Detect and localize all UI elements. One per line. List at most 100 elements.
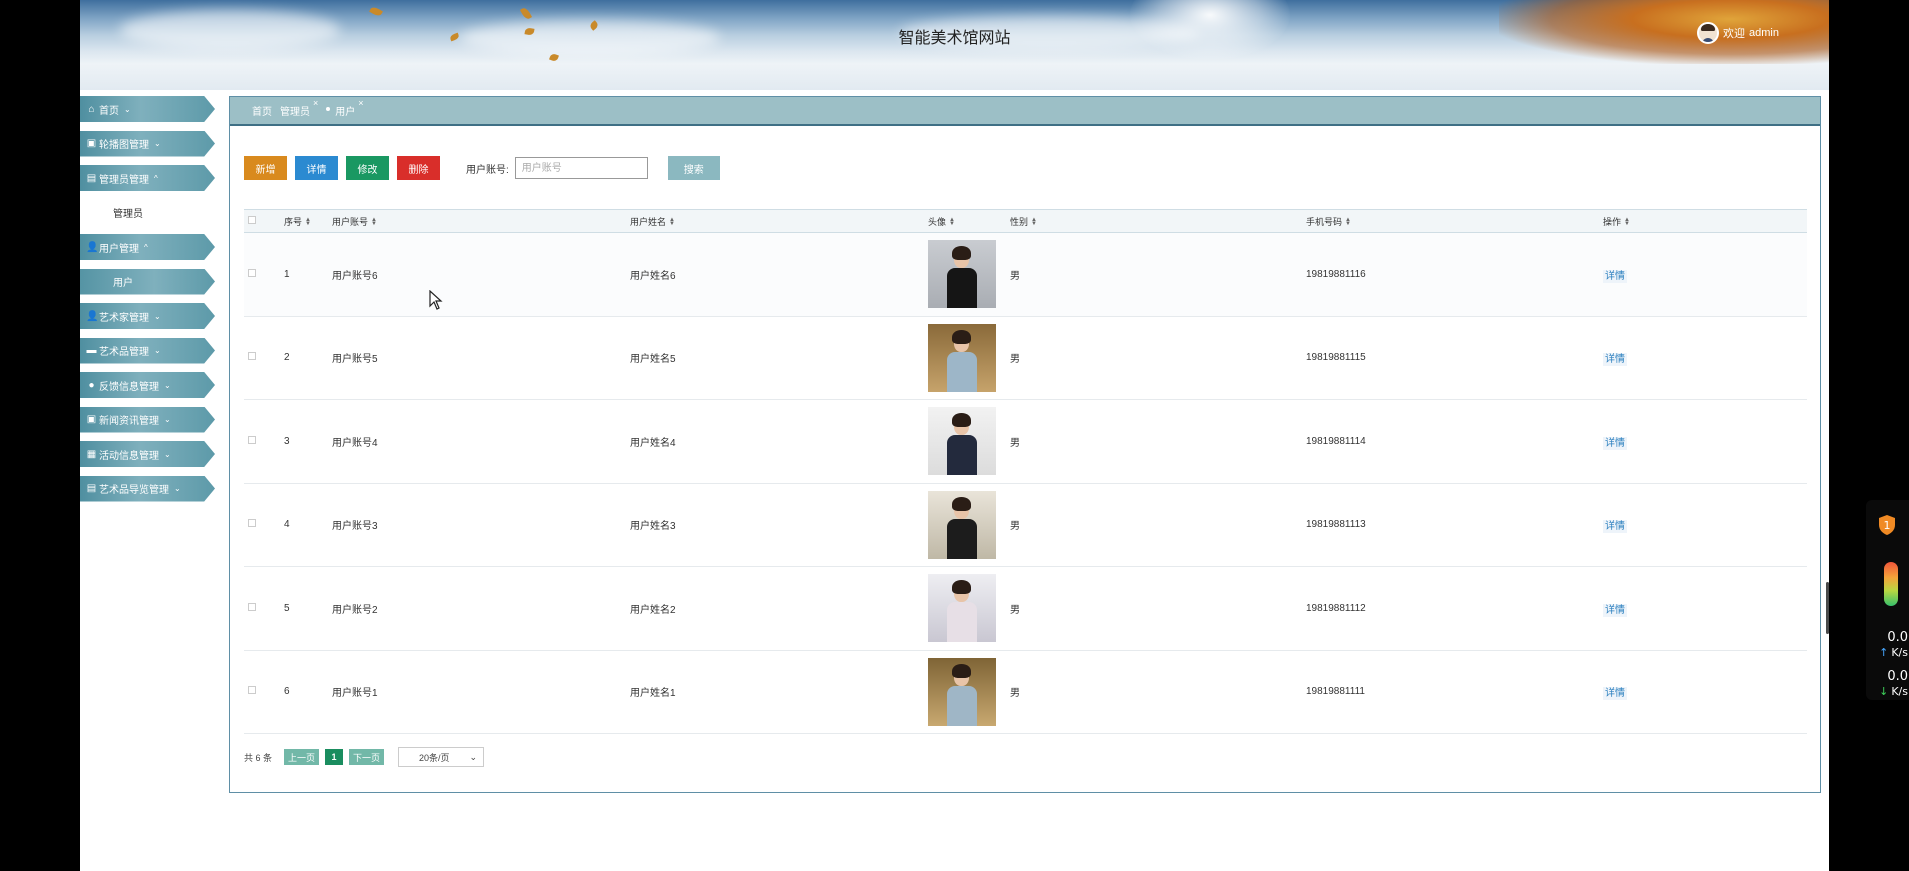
- column-header-name[interactable]: 用户姓名 ▲ ▼: [630, 210, 928, 233]
- select-all-checkbox[interactable]: [248, 216, 256, 224]
- sort-icon[interactable]: ▲ ▼: [669, 217, 675, 227]
- column-header-action[interactable]: 操作 ▲ ▼: [1603, 210, 1807, 233]
- search-input[interactable]: [514, 157, 648, 179]
- sidebar-item-label: 反馈信息管理: [99, 381, 159, 393]
- user-avatar-image[interactable]: [928, 407, 996, 476]
- row-detail-link[interactable]: 详情: [1603, 520, 1627, 534]
- row-select-cell[interactable]: [244, 567, 284, 651]
- column-header-avatar[interactable]: 头像 ▲ ▼: [928, 210, 1010, 233]
- user-avatar-image[interactable]: [928, 657, 996, 726]
- table-row[interactable]: 2 用户账号5 用户姓名5 男 19819881115 详情: [244, 316, 1807, 400]
- sort-icon[interactable]: ▲ ▼: [1624, 217, 1630, 227]
- sidebar-item-events[interactable]: ▦ 活动信息管理 ⌄: [80, 441, 215, 467]
- arrow-down-icon: ↓: [1879, 685, 1889, 698]
- chevron-up-icon: ^: [144, 242, 148, 252]
- cell-gender: 男: [1010, 270, 1020, 282]
- row-checkbox[interactable]: [248, 268, 256, 277]
- close-icon[interactable]: ×: [313, 99, 318, 108]
- cell-account: 用户账号3: [332, 521, 378, 533]
- table-row[interactable]: 6 用户账号1 用户姓名1 男 19819881111 详情: [244, 650, 1807, 734]
- user-icon: 👤: [86, 310, 99, 322]
- user-avatar-image[interactable]: [928, 574, 996, 643]
- column-header-no[interactable]: 序号 ▲ ▼: [284, 210, 332, 233]
- close-icon[interactable]: ×: [358, 99, 363, 108]
- add-button[interactable]: 新增: [244, 156, 287, 180]
- column-header-account[interactable]: 用户账号 ▲ ▼: [332, 210, 630, 233]
- row-checkbox[interactable]: [248, 352, 256, 361]
- cell-name: 用户姓名6: [630, 270, 676, 282]
- user-avatar-image[interactable]: [928, 323, 996, 392]
- delete-button[interactable]: 删除: [397, 156, 440, 180]
- user-avatar-image[interactable]: [928, 490, 996, 559]
- row-checkbox[interactable]: [248, 686, 256, 695]
- main-panel: 首页 管理员 × 用户 × 新增 详情 修改 删除 用户账号: 搜索: [229, 96, 1821, 793]
- sidebar-subitem-admin[interactable]: 管理员: [80, 200, 215, 226]
- search-button[interactable]: 搜索: [667, 156, 720, 180]
- page-number-button[interactable]: 1: [325, 749, 344, 765]
- sort-icon[interactable]: ▲ ▼: [949, 217, 955, 227]
- sidebar-item-news[interactable]: ▣ 新闻资讯管理 ⌄: [80, 406, 215, 433]
- sidebar-subitem-user[interactable]: 用户: [80, 268, 215, 295]
- row-checkbox[interactable]: [248, 519, 256, 528]
- column-header-phone[interactable]: 手机号码 ▲ ▼: [1306, 210, 1603, 233]
- sort-icon[interactable]: ▲ ▼: [305, 217, 311, 227]
- row-select-cell[interactable]: [244, 650, 284, 734]
- page-size-select[interactable]: 20条/页 ⌄: [398, 747, 485, 767]
- tab-user[interactable]: 用户 ×: [326, 99, 364, 118]
- sidebar-item-artists[interactable]: 👤 艺术家管理 ⌄: [80, 303, 215, 329]
- prev-page-button[interactable]: 上一页: [284, 749, 320, 765]
- table-row[interactable]: 5 用户账号2 用户姓名2 男 19819881112 详情: [244, 567, 1807, 651]
- chevron-down-icon: ⌄: [154, 139, 161, 148]
- sidebar-item-guide[interactable]: ▤ 艺术品导览管理 ⌄: [80, 475, 215, 502]
- row-select-cell[interactable]: [244, 483, 284, 567]
- row-detail-link[interactable]: 详情: [1603, 687, 1627, 701]
- user-menu[interactable]: 欢迎 admin: [1697, 22, 1779, 44]
- table-row[interactable]: 4 用户账号3 用户姓名3 男 19819881113 详情: [244, 483, 1807, 567]
- detail-button[interactable]: 详情: [295, 156, 338, 180]
- scrollbar-handle[interactable]: [1826, 582, 1829, 634]
- tab-admin[interactable]: 管理员 ×: [280, 99, 318, 119]
- row-checkbox[interactable]: [248, 435, 256, 444]
- sidebar-item-feedback[interactable]: ● 反馈信息管理 ⌄: [80, 372, 215, 398]
- sidebar-item-artworks[interactable]: ▬ 艺术品管理 ⌄: [80, 337, 215, 364]
- edit-button[interactable]: 修改: [346, 156, 389, 180]
- upload-unit: K/s: [1891, 646, 1908, 659]
- cell-account: 用户账号4: [332, 437, 378, 449]
- tab-home[interactable]: 首页: [252, 103, 272, 118]
- sidebar-item-carousel[interactable]: ▣ 轮播图管理 ⌄: [80, 130, 215, 157]
- user-avatar-image[interactable]: [928, 240, 996, 309]
- select-all-cell[interactable]: [244, 210, 284, 233]
- row-detail-link[interactable]: 详情: [1603, 269, 1627, 283]
- row-select-cell[interactable]: [244, 400, 284, 484]
- cell-account: 用户账号6: [332, 270, 378, 282]
- sort-icon[interactable]: ▲ ▼: [371, 217, 377, 227]
- table-row[interactable]: 1 用户账号6 用户姓名6 男 19819881116 详情: [244, 232, 1807, 317]
- cell-account: 用户账号2: [332, 604, 378, 616]
- sidebar-item-users[interactable]: 👤 用户管理 ^: [80, 234, 215, 260]
- row-detail-link[interactable]: 详情: [1603, 353, 1627, 367]
- table-row[interactable]: 3 用户账号4 用户姓名4 男 19819881114 详情: [244, 400, 1807, 484]
- row-select-cell[interactable]: [244, 316, 284, 400]
- sidebar-item-home[interactable]: ⌂ 首页 ⌄: [80, 96, 215, 122]
- sort-icon[interactable]: ▲ ▼: [1345, 217, 1351, 227]
- sidebar-item-label: 管理员管理: [99, 174, 149, 186]
- cell-phone: 19819881115: [1306, 352, 1366, 364]
- tab-label: 用户: [335, 107, 356, 118]
- sort-icon[interactable]: ▲ ▼: [1031, 217, 1037, 227]
- cell-no: 3: [284, 435, 290, 447]
- user-table: 序号 ▲ ▼ 用户账号 ▲ ▼ 用户姓名 ▲ ▼ 头像 ▲ ▼ 性别 ▲ ▼ 手机号码 ▲ ▼ 操作 ▲ ▼…: [244, 209, 1807, 734]
- row-detail-link[interactable]: 详情: [1603, 603, 1627, 617]
- row-select-cell[interactable]: [244, 233, 284, 317]
- site-header: 智能美术馆网站 欢迎 admin: [80, 0, 1829, 64]
- cell-name: 用户姓名2: [630, 604, 676, 616]
- next-page-button[interactable]: 下一页: [349, 749, 385, 765]
- cell-avatar: [928, 233, 1010, 317]
- row-detail-link[interactable]: 详情: [1603, 436, 1627, 450]
- column-header-gender[interactable]: 性别 ▲ ▼: [1010, 210, 1306, 233]
- chevron-down-icon: ⌄: [164, 449, 171, 459]
- row-checkbox[interactable]: [248, 602, 256, 611]
- sidebar-item-admin[interactable]: ▤ 管理员管理 ^: [80, 165, 215, 191]
- cell-avatar: [928, 650, 1010, 734]
- table-icon: ▤: [86, 483, 97, 494]
- shield-icon[interactable]: 1: [1877, 514, 1897, 536]
